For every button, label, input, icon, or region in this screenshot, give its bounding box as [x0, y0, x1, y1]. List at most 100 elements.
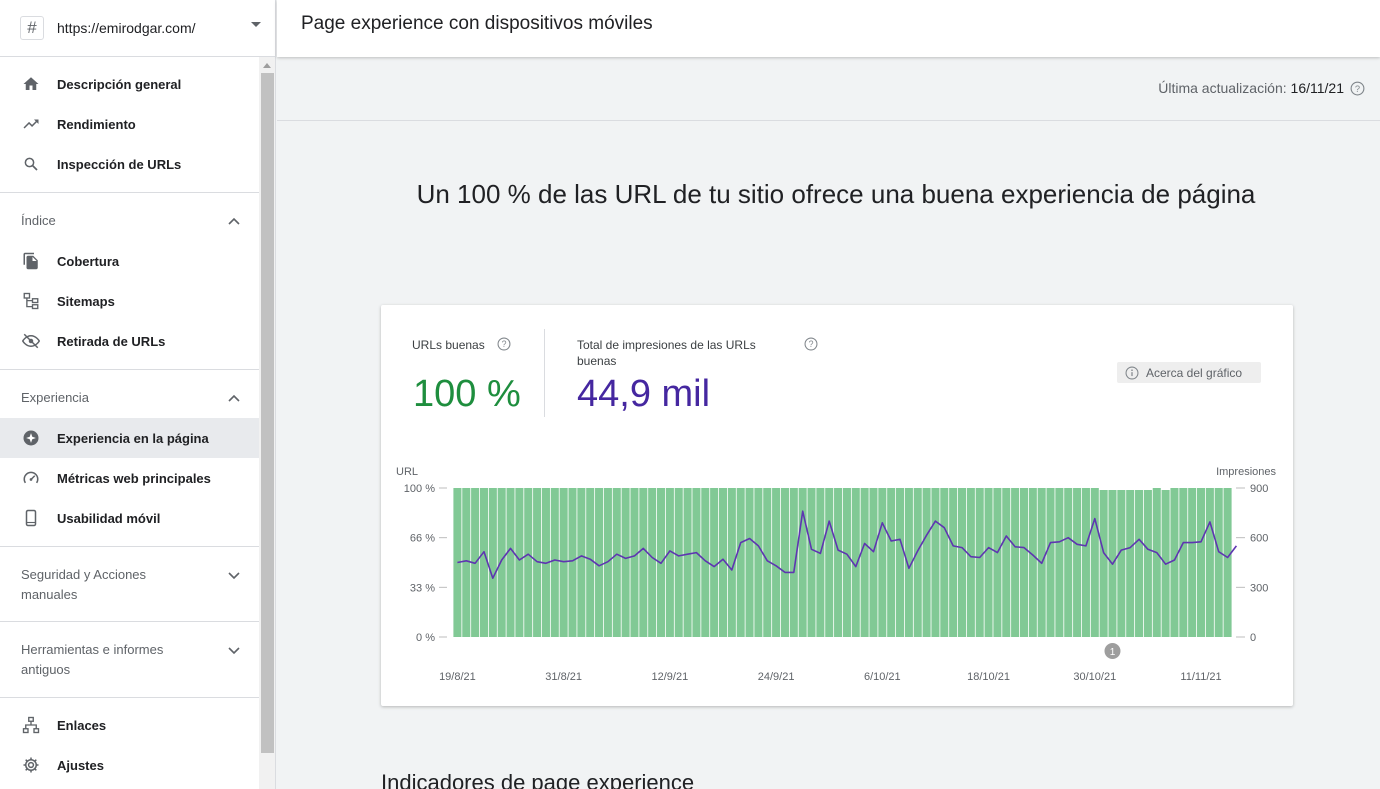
- impressions-label: Total de impresiones de las URLs buenas: [577, 338, 756, 368]
- chart-bar: [940, 488, 949, 637]
- gauge-icon: [21, 468, 41, 488]
- chart-bar: [798, 488, 807, 637]
- trending-up-icon: [21, 114, 41, 134]
- chart-bar: [754, 488, 763, 637]
- chart-bar: [745, 488, 754, 637]
- chart-bar: [736, 488, 745, 637]
- chart-bar: [515, 488, 524, 637]
- svg-text:?: ?: [502, 339, 507, 349]
- nav-label: Retirada de URLs: [57, 333, 166, 349]
- chart-bar: [1028, 488, 1037, 637]
- right-axis-label: Impresiones: [1216, 466, 1276, 478]
- chart-bar: [595, 488, 604, 637]
- chevron-down-icon: [227, 640, 241, 660]
- chart-bar: [612, 488, 621, 637]
- x-tick-label: 6/10/21: [864, 671, 901, 683]
- gear-icon: [21, 755, 41, 775]
- section-legacy-tools[interactable]: Herramientas e informes antiguos: [0, 640, 259, 680]
- chart-bar: [1055, 488, 1064, 637]
- chart-bar: [559, 488, 568, 637]
- right-tick-label: 0: [1250, 632, 1256, 644]
- help-icon[interactable]: ?: [1350, 81, 1365, 101]
- nav-item-links[interactable]: Enlaces: [0, 705, 259, 745]
- x-tick-label: 18/10/21: [967, 671, 1010, 683]
- sidebar-scrollbar[interactable]: [259, 57, 275, 789]
- nav-item-overview[interactable]: Descripción general: [0, 64, 259, 104]
- nav-item-removals[interactable]: Retirada de URLs: [0, 321, 259, 361]
- property-url: https://emirodgar.com/: [57, 20, 196, 36]
- help-icon[interactable]: ?: [804, 337, 818, 356]
- sitemap-icon: [21, 291, 41, 311]
- chart-bar: [834, 488, 843, 637]
- scrollbar-thumb[interactable]: [261, 73, 274, 753]
- svg-text:?: ?: [809, 339, 814, 349]
- page-title: Page experience con dispositivos móviles: [301, 13, 653, 34]
- section-experience[interactable]: Experiencia: [0, 388, 259, 408]
- nav-item-performance[interactable]: Rendimiento: [0, 104, 259, 144]
- last-updated-label: Última actualización:: [1158, 80, 1287, 96]
- nav-item-page-experience[interactable]: Experiencia en la página: [0, 418, 259, 458]
- chart-bar: [1223, 488, 1232, 637]
- x-tick-label: 24/9/21: [758, 671, 795, 683]
- chart-bar: [825, 488, 834, 637]
- chart-bar: [506, 488, 515, 637]
- section-label: Seguridad y Acciones manuales: [21, 567, 147, 602]
- chart-bar: [931, 488, 940, 637]
- chart-bar: [1011, 488, 1020, 637]
- chart-bar: [913, 488, 922, 637]
- nav-item-coverage[interactable]: Cobertura: [0, 241, 259, 281]
- phone-icon: [21, 508, 41, 528]
- left-axis-label: URL: [396, 466, 418, 478]
- scroll-up-arrow-icon[interactable]: [263, 63, 271, 68]
- help-icon[interactable]: ?: [497, 337, 511, 356]
- chart-bar: [842, 488, 851, 637]
- chart-bar: [1073, 488, 1082, 637]
- section-security[interactable]: Seguridad y Acciones manuales: [0, 565, 259, 605]
- section-label: Experiencia: [21, 390, 89, 405]
- chart-bar: [1205, 488, 1214, 637]
- x-tick-label: 30/10/21: [1073, 671, 1116, 683]
- chart-bar: [550, 488, 559, 637]
- chart-bar: [1143, 490, 1152, 637]
- property-selector[interactable]: # https://emirodgar.com/: [0, 0, 275, 57]
- left-tick-label: 0 %: [416, 632, 435, 644]
- page-experience-icon: [21, 428, 41, 448]
- home-icon: [21, 74, 41, 94]
- about-chart-button[interactable]: Acerca del gráfico: [1117, 362, 1261, 383]
- nav-item-sitemaps[interactable]: Sitemaps: [0, 281, 259, 321]
- sidebar: # https://emirodgar.com/ Descripción gen…: [0, 0, 276, 789]
- x-tick-label: 11/11/21: [1180, 671, 1221, 683]
- chart-bar: [497, 488, 506, 637]
- search-icon: [21, 154, 41, 174]
- chart-bar: [922, 488, 931, 637]
- nav-label: Enlaces: [57, 717, 107, 733]
- page-experience-chart: URL Impresiones 0 % 33 % 66 % 100 % 0 300 600 900…: [396, 466, 1276, 683]
- impressions-value: 44,9 mil: [577, 373, 711, 415]
- x-tick-label: 12/9/21: [652, 671, 689, 683]
- nav-item-core-web-vitals[interactable]: Métricas web principales: [0, 458, 259, 498]
- nav-label: Sitemaps: [57, 293, 115, 309]
- chart-bar: [488, 488, 497, 637]
- chart-bar: [896, 488, 905, 637]
- right-tick-label: 600: [1250, 533, 1268, 545]
- nav-label: Rendimiento: [57, 116, 136, 132]
- nav-item-settings[interactable]: Ajustes: [0, 745, 259, 785]
- svg-text:?: ?: [1355, 84, 1360, 94]
- chevron-down-icon: [227, 565, 241, 585]
- chevron-up-icon: [227, 388, 241, 408]
- nav-label: Descripción general: [57, 76, 182, 92]
- section-index[interactable]: Índice: [0, 211, 259, 231]
- nav-item-url-inspection[interactable]: Inspección de URLs: [0, 144, 259, 184]
- section-label: Herramientas e informes antiguos: [21, 642, 164, 677]
- left-tick-label: 33 %: [410, 582, 435, 594]
- good-urls-value: 100 %: [413, 373, 521, 415]
- page-header: Page experience con dispositivos móviles: [277, 0, 1380, 57]
- chart-bar: [887, 488, 896, 637]
- chart-bar: [1126, 490, 1135, 637]
- copy-pages-icon: [21, 251, 41, 271]
- chart-bar: [621, 488, 630, 637]
- summary-card: URLs buenas ? 100 % Total de impresiones…: [381, 305, 1293, 706]
- nav-item-mobile-usability[interactable]: Usabilidad móvil: [0, 498, 259, 538]
- chart-bar: [692, 488, 701, 637]
- chart-bar: [949, 488, 958, 637]
